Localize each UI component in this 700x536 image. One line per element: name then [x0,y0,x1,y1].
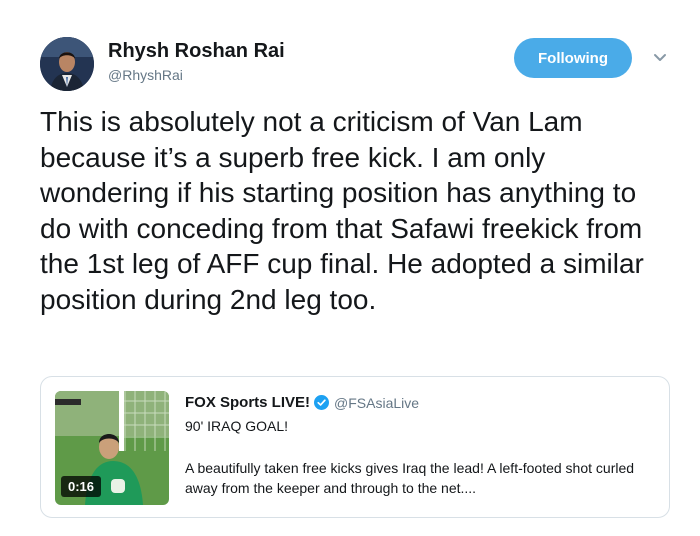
card-author: FOX Sports LIVE! @FSAsiaLive [185,394,419,411]
card-author-handle[interactable]: @FSAsiaLive [334,395,419,411]
card-headline: 90' IRAQ GOAL! [185,418,289,434]
video-duration: 0:16 [61,476,102,497]
verified-badge-icon [314,395,330,410]
avatar[interactable] [40,37,94,91]
tweet-text: This is absolutely not a criticism of Va… [40,106,644,315]
following-button[interactable]: Following [514,38,632,78]
user-handle[interactable]: @RhyshRai [108,67,183,83]
chevron-down-icon[interactable] [652,52,668,64]
profile-photo-icon [40,37,94,91]
display-name[interactable]: Rhysh Roshan Rai [108,40,285,63]
video-thumbnail[interactable]: 0:16 [55,391,169,505]
quoted-video-card[interactable]: 0:16 FOX Sports LIVE! @FSAsiaLive 90' IR… [40,376,670,518]
card-author-name[interactable]: FOX Sports LIVE! [185,394,310,411]
card-description: A beautifully taken free kicks gives Ira… [185,460,635,496]
tweet: Rhysh Roshan Rai @RhyshRai Following Thi… [0,0,700,536]
